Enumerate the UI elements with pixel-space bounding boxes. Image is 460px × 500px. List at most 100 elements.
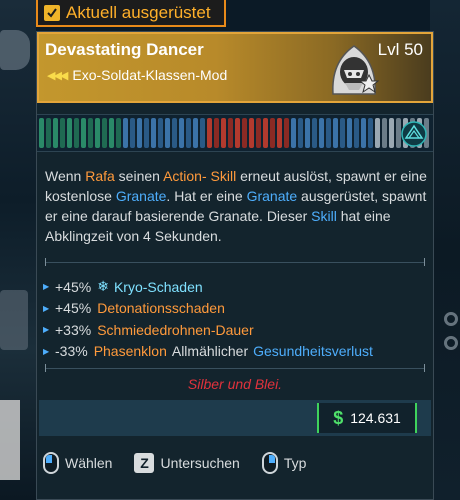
- select-action[interactable]: Wählen: [43, 452, 112, 474]
- stripe: [81, 118, 86, 148]
- flavor-text: Silber und Blei.: [187, 376, 283, 392]
- stripe: [319, 118, 324, 148]
- item-type-row: ◀◀◀ Exo-Soldat-Klassen-Mod: [47, 67, 227, 83]
- stripe: [214, 118, 219, 148]
- rarity-chevrons-icon: ◀◀◀: [47, 69, 68, 82]
- item-description: Wenn Rafa seinen Action- Skill erneut au…: [45, 168, 427, 244]
- stripe: [326, 118, 331, 148]
- stripe: [200, 118, 205, 148]
- stripe: [263, 118, 268, 148]
- stripe: [67, 118, 72, 148]
- stripe: [158, 118, 163, 148]
- bullet-icon: ▶: [43, 346, 50, 356]
- stripe: [249, 118, 254, 148]
- stripe: [235, 118, 240, 148]
- stripe: [228, 118, 233, 148]
- equipped-tag: Aktuell ausgerüstet: [36, 0, 226, 27]
- bullet-icon: ▶: [43, 282, 50, 292]
- stat-row: ▶ +45% Detonationsschaden: [43, 300, 225, 317]
- stripe: [172, 118, 177, 148]
- bullet-icon: ▶: [43, 303, 50, 313]
- divider: [45, 368, 425, 369]
- class-mod-emblem-icon: [323, 40, 385, 98]
- keyword-granate: Granate: [115, 188, 167, 204]
- stripe: [354, 118, 359, 148]
- stripe: [102, 118, 107, 148]
- stripe: [186, 118, 191, 148]
- stripe: [116, 118, 121, 148]
- stripe: [130, 118, 135, 148]
- stripe: [298, 118, 303, 148]
- stripe: [179, 118, 184, 148]
- stripe: [277, 118, 282, 148]
- stripe: [46, 118, 51, 148]
- keyword-rafa: Rafa: [85, 168, 115, 184]
- snowflake-icon: ❄: [97, 278, 109, 295]
- divider-tick: [424, 258, 425, 266]
- inspect-action[interactable]: Z Untersuchen: [134, 453, 240, 473]
- background-item-shape: [0, 290, 28, 350]
- keyword-skill: Skill: [311, 208, 337, 224]
- background-ring-icon: [444, 312, 458, 326]
- stripe: [151, 118, 156, 148]
- item-name: Devastating Dancer: [45, 40, 204, 59]
- action-hints: Wählen Z Untersuchen Typ: [43, 452, 328, 474]
- stripe: [221, 118, 226, 148]
- divider-tick: [45, 258, 46, 266]
- stat-row: ▶ +45% ❄ Kryo-Schaden: [43, 278, 203, 295]
- stripe: [137, 118, 142, 148]
- stripe: [375, 118, 380, 148]
- divider-tick: [45, 364, 46, 372]
- stat-row: ▶ -33% Phasenklon Allmählicher Gesundhei…: [43, 343, 373, 360]
- stripe: [193, 118, 198, 148]
- keyword-action-skill: Action- Skill: [163, 168, 237, 184]
- stripe: [368, 118, 373, 148]
- stripe: [284, 118, 289, 148]
- divider-tick: [424, 364, 425, 372]
- item-type: Exo-Soldat-Klassen-Mod: [72, 67, 228, 83]
- stripe: [312, 118, 317, 148]
- stripe: [39, 118, 44, 148]
- stripe: [88, 118, 93, 148]
- stripe: [207, 118, 212, 148]
- background-left: [0, 0, 36, 500]
- stripe: [95, 118, 100, 148]
- stripe: [270, 118, 275, 148]
- item-header: Devastating Dancer ◀◀◀ Exo-Soldat-Klasse…: [37, 32, 433, 103]
- background-right: [430, 0, 460, 500]
- mouse-right-icon: [261, 452, 278, 474]
- price-bar: $ 124.631: [39, 400, 431, 436]
- background-panel-shape: [0, 400, 20, 480]
- stripe: [242, 118, 247, 148]
- stripe: [123, 118, 128, 148]
- mouse-left-icon: [43, 452, 59, 474]
- type-action[interactable]: Typ: [261, 452, 306, 474]
- background-weapon-shape: [0, 30, 30, 70]
- stripe: [382, 118, 387, 148]
- keyword-granate: Granate: [246, 188, 298, 204]
- price-box: $ 124.631: [317, 403, 417, 433]
- bullet-icon: ▶: [43, 325, 50, 335]
- background-ring-icon: [444, 336, 458, 350]
- stripe: [60, 118, 65, 148]
- stripe: [340, 118, 345, 148]
- stripe: [109, 118, 114, 148]
- manufacturer-logo-icon: [399, 119, 429, 149]
- key-z-icon: Z: [134, 453, 155, 473]
- stat-row: ▶ +33% Schmiededrohnen-Dauer: [43, 321, 254, 338]
- equipped-label: Aktuell ausgerüstet: [66, 2, 211, 22]
- item-stripes-bar: [37, 114, 433, 152]
- stripe: [333, 118, 338, 148]
- stripe: [53, 118, 58, 148]
- stripe: [389, 118, 394, 148]
- item-card: Devastating Dancer ◀◀◀ Exo-Soldat-Klasse…: [36, 31, 434, 500]
- stat-list: ▶ +45% ❄ Kryo-Schaden ▶ +45% Detonations…: [43, 276, 431, 362]
- price-amount: 124.631: [350, 410, 401, 426]
- stripe: [291, 118, 296, 148]
- item-level: Lvl 50: [377, 40, 423, 59]
- divider: [45, 262, 425, 263]
- stripe: [74, 118, 79, 148]
- equipped-check-icon: [44, 4, 60, 21]
- stripe: [305, 118, 310, 148]
- dollar-icon: $: [333, 407, 344, 428]
